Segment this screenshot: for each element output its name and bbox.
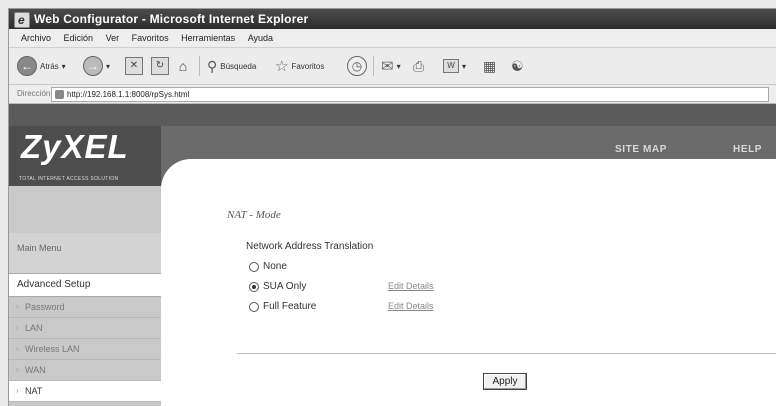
stop-icon: ✕ (125, 57, 143, 75)
sidebar-item-lan[interactable]: › LAN (9, 318, 161, 339)
refresh-button[interactable]: ↻ (151, 56, 169, 76)
edit-page-icon: W (443, 59, 459, 73)
forward-dropdown-icon: ▾ (106, 61, 111, 71)
sidebar-item-label: WAN (25, 365, 46, 375)
arrow-icon: › (16, 344, 19, 353)
header-strip (9, 104, 776, 126)
back-label: Atrás (40, 61, 59, 71)
sidebar-item-wan[interactable]: › WAN (9, 360, 161, 381)
sidebar-item-nat[interactable]: › NAT (9, 381, 161, 402)
messenger-icon: ☯ (511, 57, 524, 74)
favorites-label: Favoritos (291, 61, 325, 71)
stop-button[interactable]: ✕ (125, 56, 143, 76)
menu-herramientas[interactable]: Herramientas (181, 29, 235, 47)
edit-button[interactable]: W ▾ (443, 56, 466, 76)
mail-button[interactable]: ✉ ▾ (381, 56, 401, 76)
forward-button[interactable]: → ▾ (83, 56, 110, 76)
sidebar-advanced-setup[interactable]: Advanced Setup (9, 273, 161, 297)
arrow-icon: › (16, 386, 19, 395)
back-icon: ← (17, 56, 37, 76)
sidebar-item-label: Wireless LAN (25, 344, 80, 354)
toolbar: ← Atrás ▾ → ▾ ✕ ↻ ⌂ ⚲ Búsqueda ☆ Favorit… (9, 48, 776, 85)
arrow-icon: › (16, 302, 19, 311)
address-bar: Dirección http://192.168.1.1:8008/rpSys.… (9, 85, 776, 104)
print-icon: ⎙ (413, 57, 425, 74)
sua-edit-details-link[interactable]: Edit Details (388, 281, 434, 291)
refresh-icon: ↻ (151, 57, 169, 75)
menu-edicion[interactable]: Edición (64, 29, 94, 47)
option-none-label: None (263, 261, 287, 272)
mail-icon: ✉ (381, 58, 394, 75)
print-button[interactable]: ⎙ (413, 56, 424, 76)
radio-none[interactable] (249, 261, 259, 272)
page-title: NAT - Mode (227, 209, 281, 221)
history-icon: ◷ (347, 56, 367, 76)
radio-full-feature[interactable] (249, 301, 259, 312)
logo-tagline: TOTAL INTERNET ACCESS SOLUTION (19, 176, 119, 182)
search-label: Búsqueda (220, 61, 257, 71)
toolbar-separator (199, 56, 200, 76)
radio-sua-only[interactable] (249, 281, 259, 292)
option-none[interactable]: None (249, 261, 287, 272)
mail-dropdown-icon: ▾ (396, 61, 401, 71)
home-button[interactable]: ⌂ (175, 56, 191, 76)
divider (237, 353, 776, 354)
menu-favoritos[interactable]: Favoritos (132, 29, 169, 47)
full-edit-details-link[interactable]: Edit Details (388, 301, 434, 311)
main-menu-label: Main Menu (17, 243, 62, 253)
forward-icon: → (83, 56, 103, 76)
sidebar-item-wireless-lan[interactable]: › Wireless LAN (9, 339, 161, 360)
edit-dropdown-icon: ▾ (462, 61, 467, 71)
menu-bar: Archivo Edición Ver Favoritos Herramient… (9, 29, 776, 48)
site-map-link[interactable]: SITE MAP (615, 144, 667, 155)
menu-archivo[interactable]: Archivo (21, 29, 51, 47)
section-title: Network Address Translation (246, 241, 374, 252)
menu-ayuda[interactable]: Ayuda (248, 29, 273, 47)
page-icon (55, 90, 64, 99)
option-full-label: Full Feature (263, 301, 317, 312)
arrow-icon: › (16, 323, 19, 332)
sidebar-item-label: NAT (25, 386, 43, 396)
home-icon: ⌂ (178, 58, 188, 74)
zyxel-logo: ZyXEL (21, 128, 129, 165)
search-button[interactable]: ⚲ Búsqueda (207, 56, 256, 76)
sidebar-main-menu[interactable]: Main Menu (9, 233, 161, 273)
address-label: Dirección (17, 89, 51, 98)
ie-icon (14, 10, 30, 30)
help-link[interactable]: HELP (733, 144, 762, 155)
menu-ver[interactable]: Ver (106, 29, 120, 47)
option-sua-only[interactable]: SUA Only (249, 281, 306, 292)
address-input[interactable]: http://192.168.1.1:8008/rpSys.html (51, 87, 769, 102)
messenger-button[interactable]: ☯ (511, 56, 524, 76)
back-button[interactable]: ← Atrás ▾ (17, 56, 66, 76)
sidebar-item-label: Password (25, 302, 65, 312)
window-title: Web Configurator - Microsoft Internet Ex… (34, 12, 309, 26)
toolbar-separator-2 (373, 56, 374, 76)
favorites-star-icon: ☆ (275, 58, 289, 75)
address-url: http://192.168.1.1:8008/rpSys.html (67, 90, 190, 99)
arrow-icon: › (16, 365, 19, 374)
option-sua-label: SUA Only (263, 281, 307, 292)
apply-button[interactable]: Apply (483, 373, 527, 390)
browser-window: Web Configurator - Microsoft Internet Ex… (8, 8, 776, 406)
history-button[interactable]: ◷ (347, 56, 367, 76)
back-dropdown-icon: ▾ (61, 61, 66, 71)
sidebar-item-label: LAN (25, 323, 43, 333)
advanced-setup-label: Advanced Setup (17, 279, 91, 290)
option-full-feature[interactable]: Full Feature (249, 301, 316, 312)
search-icon: ⚲ (207, 57, 218, 74)
favorites-button[interactable]: ☆ Favoritos (275, 56, 324, 76)
title-bar: Web Configurator - Microsoft Internet Ex… (9, 9, 776, 30)
discuss-icon: ▦ (483, 57, 497, 74)
sidebar-item-password[interactable]: › Password (9, 297, 161, 318)
discuss-button[interactable]: ▦ (483, 56, 496, 76)
